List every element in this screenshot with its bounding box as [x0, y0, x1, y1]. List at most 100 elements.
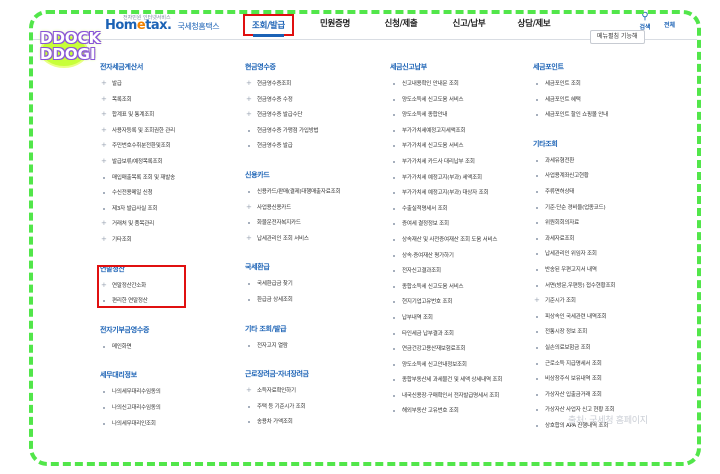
menu-link[interactable]: 해외부동산 고유번호 조회: [390, 407, 502, 423]
menu-link[interactable]: 과세자료조회: [533, 235, 615, 251]
menu-link[interactable]: 내국신용장·구매확인서 전자발급명세서 조회: [390, 392, 502, 408]
menu-category-title[interactable]: 신용카드: [245, 170, 340, 180]
menu-link[interactable]: 기준·단순 경비율(업종코드): [533, 204, 615, 220]
menu-link[interactable]: 소득자료확인하기: [245, 386, 340, 403]
menu-link[interactable]: 현금영수증조회: [245, 79, 340, 96]
menu-link[interactable]: 세금포인트 조회: [533, 80, 615, 96]
menu-link[interactable]: 부가가치세 카드사 대리납부 조회: [390, 158, 502, 174]
menu-link[interactable]: 주민번호수취분전환및조회: [100, 141, 175, 158]
menu-link[interactable]: 환급금 상세조회: [245, 296, 340, 312]
menu-link[interactable]: 연금건강고용산재보험료조회: [390, 345, 502, 361]
menu-link[interactable]: 신용카드/판매(결제)대행매출자료조회: [245, 188, 341, 204]
menu-link[interactable]: 메인화면: [100, 343, 175, 359]
menu-category-title[interactable]: 세금포인트: [533, 62, 615, 72]
menu-link[interactable]: 현금영수증 발급수단: [245, 110, 340, 127]
menu-category-title[interactable]: 기타 조회/발급: [245, 324, 340, 334]
search-button[interactable]: ⚲ 검색: [633, 11, 657, 32]
menu-column-2: 현금영수증현금영수증조회현금영수증 수정현금영수증 발급수단현금영수증 가맹점 …: [245, 62, 341, 434]
menu-link[interactable]: 실손의료보험금 조회: [533, 344, 615, 360]
highlight-box-yearend: [97, 265, 186, 308]
menu-category-title[interactable]: 전자세금계산서: [100, 62, 175, 72]
all-menu-button[interactable]: 전체: [664, 20, 675, 29]
menu-link[interactable]: 거래처 및 품목관리: [100, 219, 175, 236]
ddock-ddogi-logo-sticker: DDOCK DDOGI: [40, 29, 101, 66]
menu-link[interactable]: 발급보류/예정목록조회: [100, 157, 175, 174]
menu-link[interactable]: 합계표 및 통계조회: [100, 110, 175, 127]
menu-link[interactable]: 사업용신용카드: [245, 203, 340, 220]
menu-link[interactable]: 서면(방문,우편등) 접수현황조회: [533, 282, 615, 298]
menu-link[interactable]: 매입매출목록 조회 및 재발송: [100, 174, 175, 190]
menu-link[interactable]: 세금포인트 혜택: [533, 96, 615, 112]
menu-link[interactable]: 나의세무대리인조회: [100, 420, 175, 436]
menu-link[interactable]: 가상자산 입출금거래 조회: [533, 391, 615, 407]
menu-link[interactable]: 반송된 우편고지서 내역: [533, 266, 615, 282]
menu-link[interactable]: 양도소득세 종합안내: [390, 111, 502, 127]
menu-link[interactable]: 전자고지 열람: [245, 342, 340, 358]
menu-link[interactable]: 신고내용확인 안내문 조회: [390, 80, 502, 96]
menu-link[interactable]: 상속·증여재산 평가하기: [390, 252, 502, 268]
menu-link[interactable]: 현금영수증 발급: [245, 142, 340, 158]
hometax-logo[interactable]: 전자민원 인터넷서비스 Hometax. 국세청홈택스: [105, 15, 220, 33]
menu-category-title[interactable]: 세무대리정보: [100, 370, 175, 380]
search-icon: ⚲: [641, 11, 649, 22]
menu-link[interactable]: 현금영수증 수정: [245, 95, 340, 112]
menu-link[interactable]: 전통시장 정보 조회: [533, 328, 615, 344]
menu-link[interactable]: 현지기업고유번호 조회: [390, 298, 502, 314]
menu-link[interactable]: 부가가치세 예정고지(부과) 대상자 조회: [390, 189, 502, 205]
menu-link[interactable]: 종합소득세 신고도움 서비스: [390, 283, 502, 299]
menu-link[interactable]: 부가가치세 예정고지(부과) 세액조회: [390, 174, 502, 190]
menu-link[interactable]: 목록조회: [100, 95, 175, 112]
menu-link[interactable]: 위원회회의자료: [533, 219, 615, 235]
menu-category-title[interactable]: 국세환급: [245, 262, 340, 272]
menu-link[interactable]: 송용차 가액조회: [245, 418, 340, 434]
menu-link[interactable]: 주류면허상태: [533, 188, 615, 204]
menu-link[interactable]: 종합부동산세 과세물건 및 세액 상세내역 조회: [390, 376, 502, 392]
menu-link[interactable]: 나의세무대리수임동의: [100, 388, 175, 404]
sticker-line-1: DDOCK: [40, 29, 101, 47]
menu-link[interactable]: 양도소득세 신고도움 서비스: [390, 96, 502, 112]
menu-column-4: 세금포인트세금포인트 조회 세금포인트 혜택 세금포인트 할인 쇼핑몰 안내기타조회…: [533, 62, 615, 437]
menu-link[interactable]: 증여세 결정정보 조회: [390, 220, 502, 236]
menu-link[interactable]: 현금영수증 가맹점 가입방법: [245, 127, 340, 143]
menu-link[interactable]: 사용자등록 및 조회권한 관리: [100, 126, 175, 143]
menu-link[interactable]: 주택 등 기준시가 조회: [245, 403, 340, 419]
menu-link[interactable]: 기준시가 조회: [533, 296, 615, 313]
menu-link[interactable]: 사업용계좌신고현황: [533, 172, 615, 188]
expand-menu-button[interactable]: 메뉴펼침 기능해: [590, 30, 645, 44]
menu-link[interactable]: 비상장주식 보유내역 조회: [533, 375, 615, 391]
menu-link[interactable]: 전자신고결과조회: [390, 267, 502, 283]
menu-link[interactable]: 제3자 발급사실 조회: [100, 205, 175, 221]
menu-link[interactable]: 양도소득세 신고안내정보조회: [390, 361, 502, 377]
menu-link[interactable]: 피상속인 국세관련 내역조회: [533, 313, 615, 329]
nav-tab-3[interactable]: 신청/제출: [373, 14, 429, 36]
nav-tab-5[interactable]: 상담/제보: [506, 14, 562, 36]
menu-link[interactable]: 기타조회: [100, 235, 175, 252]
footer-area: [33, 440, 697, 462]
nav-tab-4[interactable]: 신고/납부: [441, 14, 497, 36]
menu-link[interactable]: 국세환급금 찾기: [245, 280, 340, 296]
menu-link[interactable]: 수출실적명세서 조회: [390, 205, 502, 221]
menu-category-title[interactable]: 근로장려금·자녀장려금: [245, 369, 340, 379]
menu-link[interactable]: 화물운전자복지카드: [245, 219, 340, 235]
menu-link[interactable]: 부가가치세 신고도움 서비스: [390, 142, 502, 158]
menu-link[interactable]: 세금포인트 할인 쇼핑몰 안내: [533, 111, 615, 127]
nav-tab-2[interactable]: 민원증명: [309, 14, 361, 36]
menu-link[interactable]: 부가가치세예정고지세액조회: [390, 127, 502, 143]
menu-link[interactable]: 납세관리인 위임자 조회: [533, 250, 615, 266]
menu-link[interactable]: 발급: [100, 79, 175, 96]
menu-link[interactable]: 납부내역 조회: [390, 314, 502, 330]
menu-category-title[interactable]: 세금신고납부: [390, 62, 502, 72]
menu-link[interactable]: 근로소득 지급명세서 조회: [533, 360, 615, 376]
menu-category-title[interactable]: 기타조회: [533, 139, 615, 149]
menu-link[interactable]: 타인세금 납부결과 조회: [390, 330, 502, 346]
menu-link[interactable]: 나의신고대리수임동의: [100, 404, 175, 420]
menu-link[interactable]: 상속재산 및 사전증여재산 조회 도움 서비스: [390, 236, 502, 252]
nav-tab-1[interactable]: 조회/발급: [243, 14, 294, 37]
menu-category-title[interactable]: 현금영수증: [245, 62, 340, 72]
menu-category-title[interactable]: 전자기부금영수증: [100, 325, 175, 335]
menu-link[interactable]: 납세관리인 조회 서비스: [245, 234, 340, 251]
menu-link[interactable]: 수신전용메일 신청: [100, 189, 175, 205]
menu-link[interactable]: 과세유형전환: [533, 157, 615, 173]
